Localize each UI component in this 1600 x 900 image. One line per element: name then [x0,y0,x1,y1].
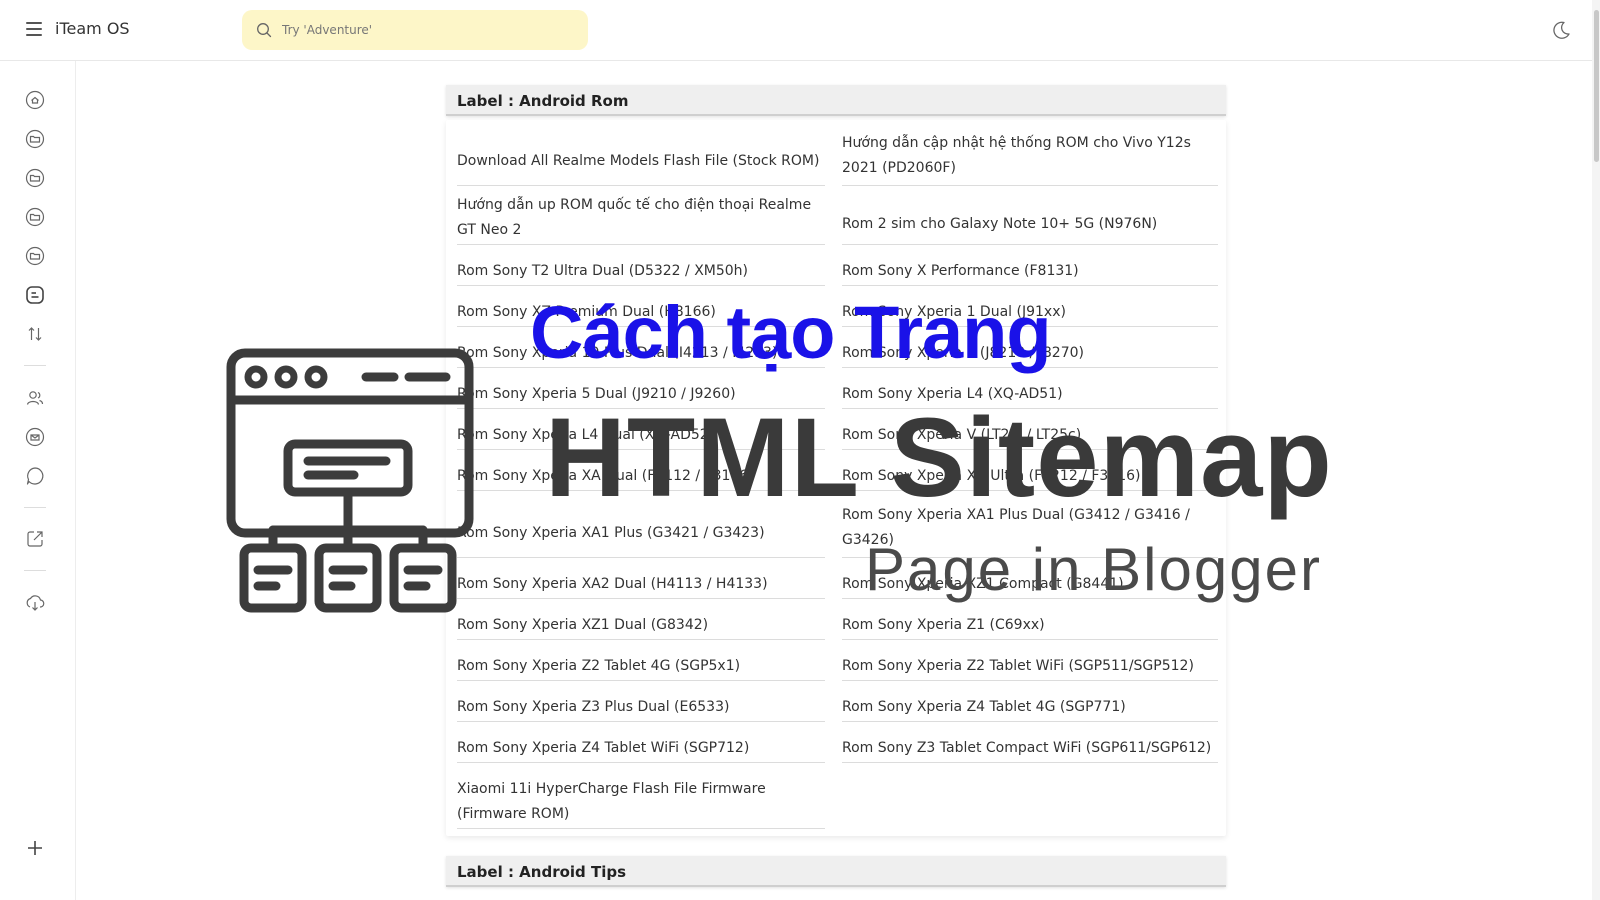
post-link[interactable]: Rom Sony XZ Premium Dual (H8166) [457,301,825,327]
app-title[interactable]: iTeam OS [55,19,130,38]
search-input[interactable] [282,10,572,50]
post-link[interactable]: Rom Sony T2 Ultra Dual (D5322 / XM50h) [457,260,825,286]
search-box[interactable] [242,10,588,50]
post-link[interactable]: Rom Sony Xperia XZ1 Compact (G8441) [842,573,1218,599]
home-icon[interactable] [24,89,46,111]
post-link[interactable]: Rom Sony Xperia 1 Dual (J91xx) [842,301,1218,327]
chat-icon[interactable] [24,465,46,487]
post-link[interactable]: Rom Sony Xperia Z4 Tablet 4G (SGP771) [842,696,1218,722]
post-link[interactable]: Download All Realme Models Flash File (S… [457,140,825,186]
sort-icon[interactable] [24,323,46,345]
plus-icon[interactable] [24,837,46,859]
post-link[interactable]: Hướng dẫn up ROM quốc tế cho điện thoại … [457,194,825,245]
post-link[interactable]: Rom Sony Xperia 10 Plus Dual (I4213 / I4… [457,342,825,368]
post-link[interactable]: Rom Sony Xperia 5 (J8210 / J8270) [842,342,1218,368]
post-link[interactable]: Rom Sony Xperia Z2 Tablet 4G (SGP5x1) [457,655,825,681]
sidebar-divider [24,365,46,366]
sidebar-divider [24,507,46,508]
post-link[interactable]: Rom Sony Xperia 5 Dual (J9210 / J9260) [457,383,825,409]
post-link[interactable]: Rom Sony Xperia V (LT25i / LT25c) [842,424,1218,450]
post-link[interactable]: Rom Sony Xperia Z3 Plus Dual (E6533) [457,696,825,722]
post-link[interactable]: Rom Sony Xperia XZ1 Dual (G8342) [457,614,825,640]
post-link[interactable]: Xiaomi 11i HyperCharge Flash File Firmwa… [457,778,825,829]
search-icon [257,23,272,38]
post-list: Download All Realme Models Flash File (S… [446,120,1226,836]
folder-icon[interactable] [24,128,46,150]
post-link[interactable]: Rom Sony X Performance (F8131) [842,260,1218,286]
post-link[interactable]: Rom Sony Xperia Z1 (C69xx) [842,614,1218,640]
sitemap-logo-icon [226,348,474,613]
post-link[interactable]: Rom Sony Xperia XA1 Plus Dual (G3412 / G… [842,500,1218,558]
post-link[interactable]: Rom 2 sim cho Galaxy Note 10+ 5G (N976N) [842,206,1218,245]
external-link-icon[interactable] [24,528,46,550]
post-link[interactable]: Rom Sony Xperia XA2 Dual (H4113 / H4133) [457,573,825,599]
post-link[interactable]: Rom Sony Xperia L4 (XQ-AD51) [842,383,1218,409]
sidebar-divider [24,570,46,571]
users-icon[interactable] [24,387,46,409]
download-icon[interactable] [24,592,46,614]
folder-icon[interactable] [24,167,46,189]
hamburger-menu-icon[interactable] [26,22,42,36]
post-link[interactable]: Rom Sony Xperia XA Dual (F3112 / F3116) [457,465,825,491]
moon-icon[interactable] [1550,19,1572,41]
post-link[interactable]: Rom Sony Xperia L4 Dual (XQ-AD52) [457,424,825,450]
post-link[interactable]: Rom Sony Xperia XA Ultra (F3212 / F3216) [842,465,1218,491]
post-link[interactable]: Rom Sony Z3 Tablet Compact WiFi (SGP611/… [842,737,1218,763]
folder-icon[interactable] [24,245,46,267]
post-link[interactable]: Rom Sony Xperia XA1 Plus (G3421 / G3423) [457,512,825,558]
top-bar: iTeam OS [0,0,1600,61]
blog-icon[interactable] [24,284,46,306]
mail-icon[interactable] [24,426,46,448]
label-header-android-tips: Label : Android Tips [446,856,1226,887]
scrollbar-thumb[interactable] [1594,10,1599,162]
post-link[interactable]: Rom Sony Xperia Z4 Tablet WiFi (SGP712) [457,737,825,763]
post-link[interactable]: Rom Sony Xperia Z2 Tablet WiFi (SGP511/S… [842,655,1218,681]
label-header-android-rom: Label : Android Rom [446,85,1226,116]
sidebar [0,61,76,900]
post-link[interactable]: Hướng dẫn cập nhật hệ thống ROM cho Vivo… [842,128,1218,186]
scrollbar[interactable] [1592,0,1600,900]
folder-icon[interactable] [24,206,46,228]
